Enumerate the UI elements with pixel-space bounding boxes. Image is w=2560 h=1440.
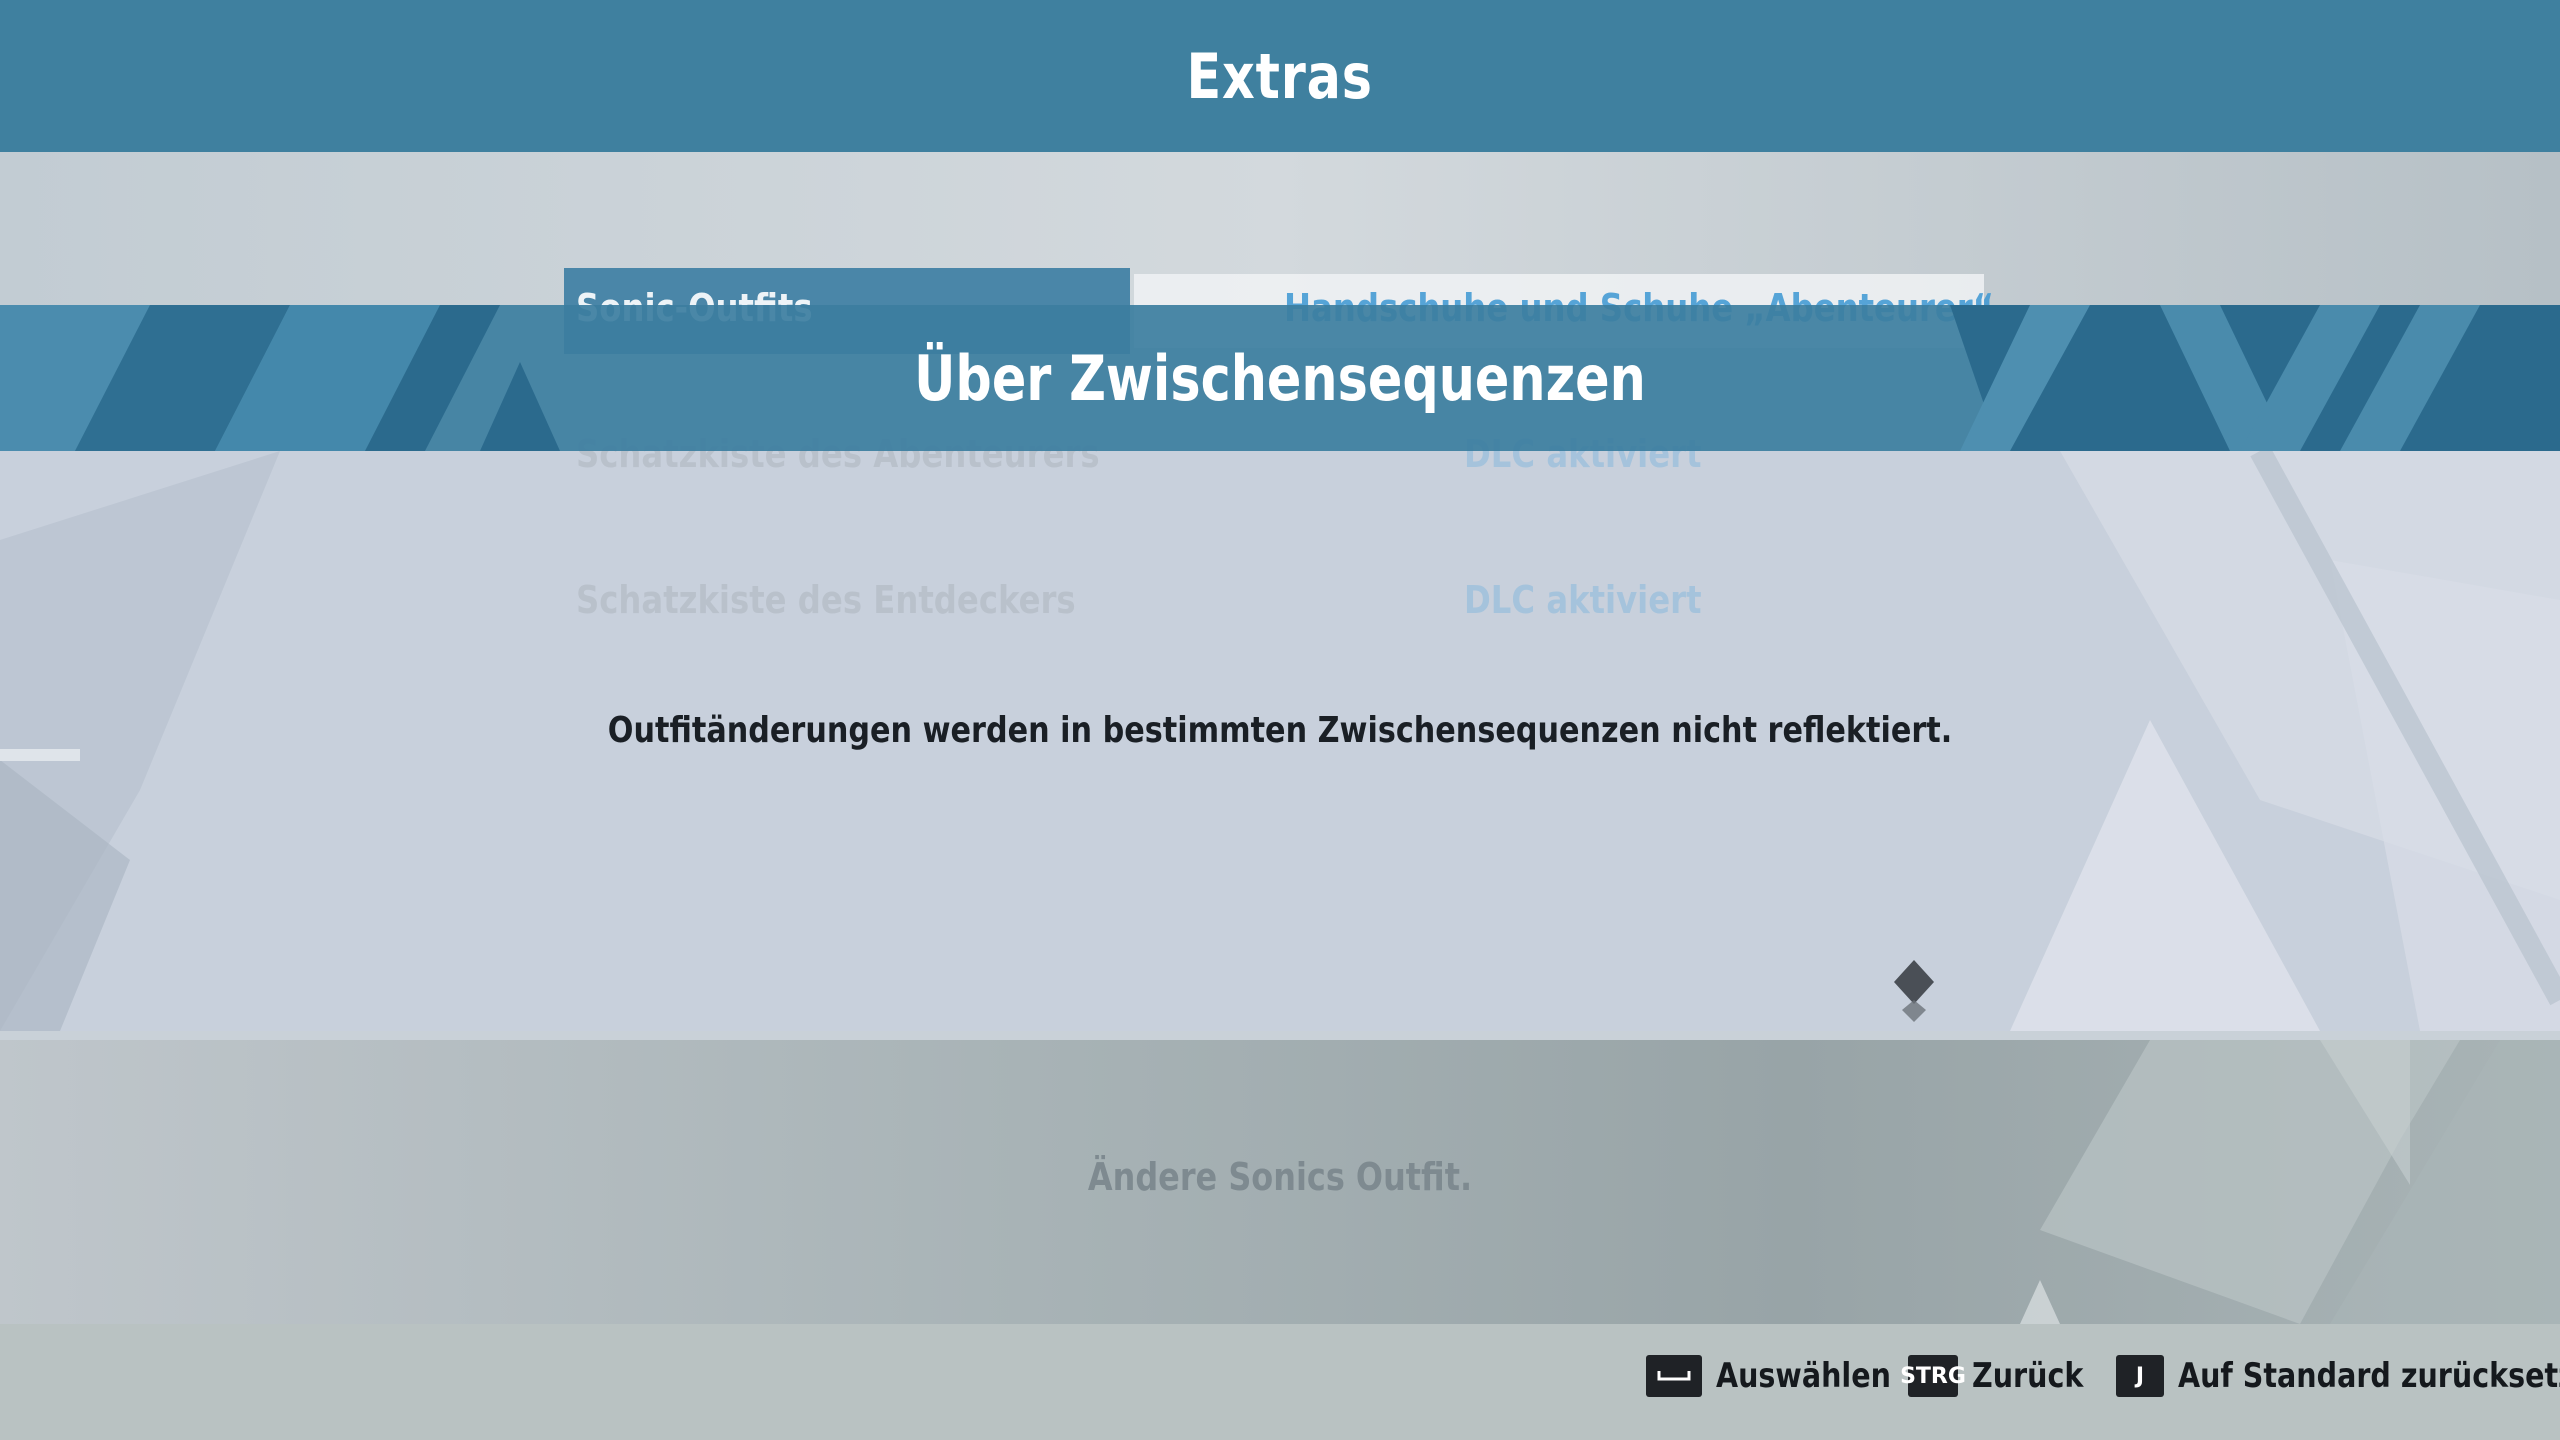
- page-title: Extras: [1186, 39, 1374, 113]
- space-key-icon: [1646, 1355, 1702, 1397]
- menu-row-value: DLC aktiviert: [1464, 578, 1702, 622]
- hint-reset-label: Auf Standard zurücksetzen: [2178, 1356, 2560, 1396]
- continue-arrow-icon[interactable]: [1890, 960, 1938, 1022]
- hint-select[interactable]: Auswählen: [1646, 1352, 1924, 1400]
- menu-row-label: Schatzkiste des Entdeckers: [576, 578, 1076, 622]
- space-bar-icon: [1657, 1371, 1691, 1381]
- description-text: Ändere Sonics Outfit.: [1087, 1155, 1473, 1199]
- hint-select-label: Auswählen: [1716, 1356, 1891, 1396]
- hint-back-label: Zurück: [1972, 1356, 2084, 1396]
- dialog-banner: Über Zwischensequenzen: [0, 305, 2560, 451]
- ctrl-key-icon: STRG: [1900, 1355, 1966, 1397]
- j-key-icon: J: [2116, 1355, 2164, 1397]
- hint-reset[interactable]: J Auf Standard zurücksetzen: [2116, 1352, 2560, 1400]
- header-bar: Extras: [0, 0, 2560, 152]
- menu-row-explorer-chest[interactable]: Schatzkiste des Entdeckers DLC aktiviert: [564, 560, 1984, 646]
- dialog-title: Über Zwischensequenzen: [914, 341, 1646, 415]
- hint-back[interactable]: STRG Zurück: [1900, 1352, 2105, 1400]
- dialog-message: Outfitänderungen werden in bestimmten Zw…: [607, 710, 1953, 751]
